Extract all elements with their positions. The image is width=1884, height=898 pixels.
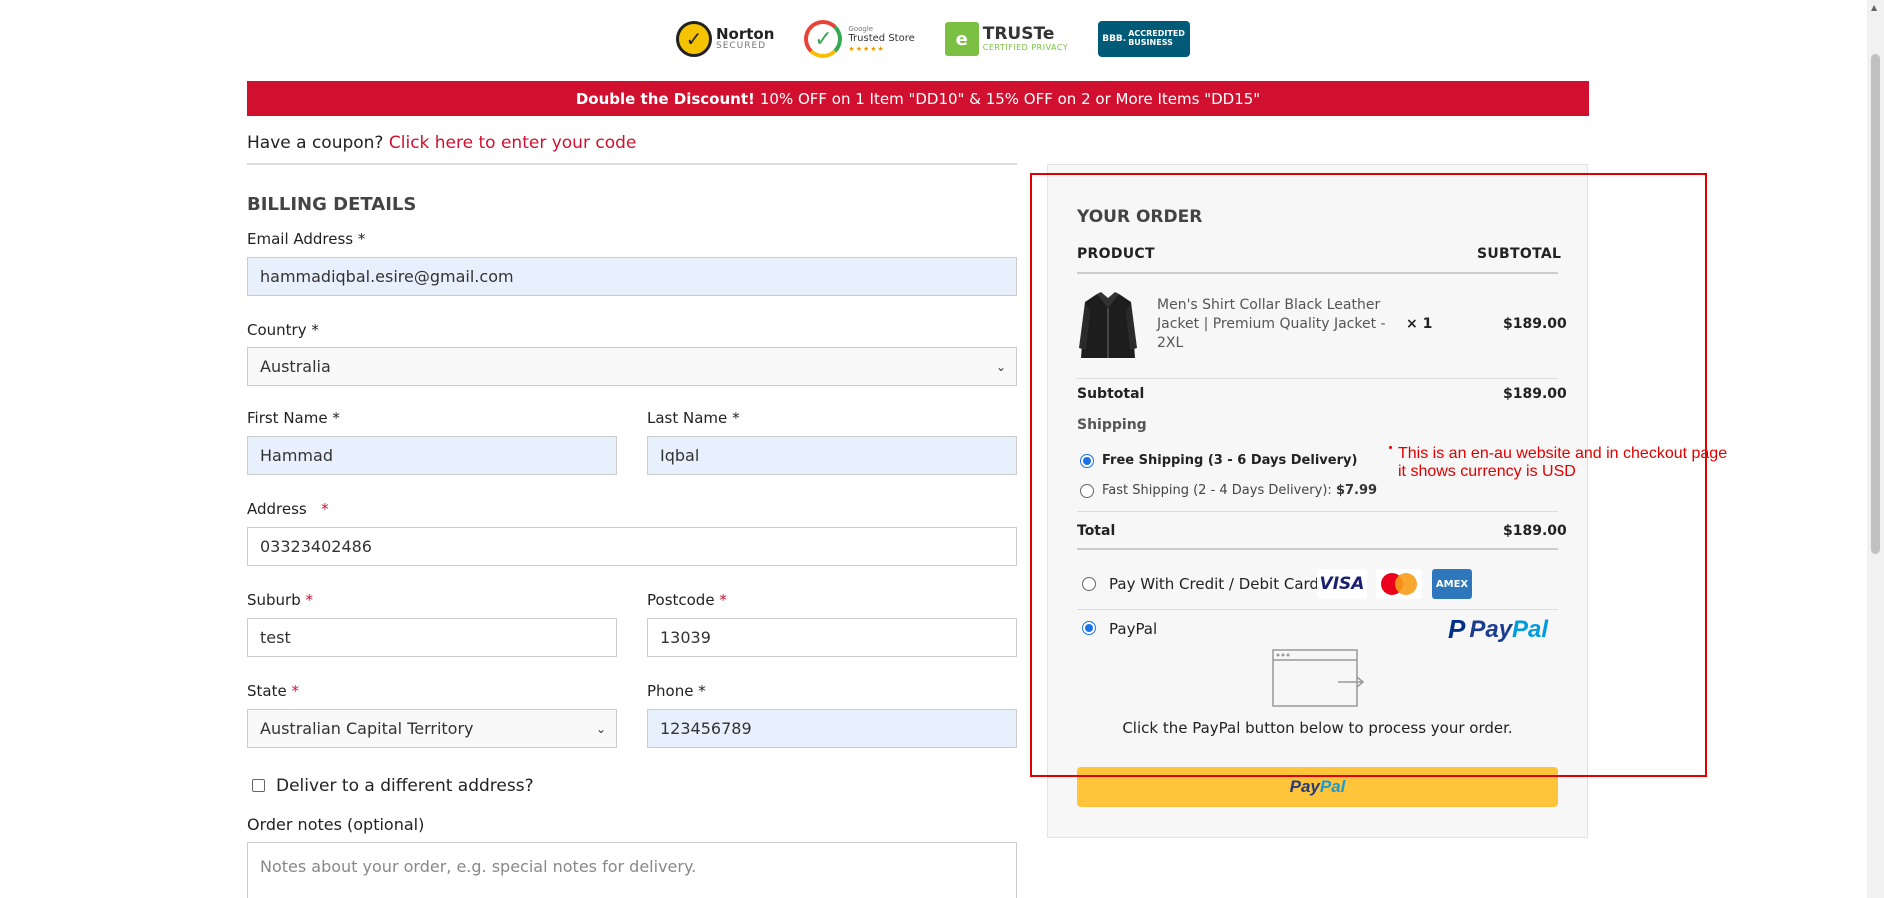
divider — [1077, 511, 1558, 512]
divider — [1077, 609, 1558, 610]
phone-field[interactable]: 123456789 — [647, 709, 1017, 748]
fast-shipping-radio[interactable] — [1080, 484, 1094, 498]
truste-subtitle: CERTIFIED PRIVACY — [982, 42, 1069, 52]
checkmark-icon: ✓ — [676, 21, 712, 57]
promo-banner: Double the Discount! 10% OFF on 1 Item "… — [247, 81, 1589, 116]
google-stars: ★★★★★ — [848, 45, 885, 53]
norton-subtitle: SECURED — [716, 41, 767, 51]
order-notes-field[interactable]: Notes about your order, e.g. special not… — [247, 842, 1017, 898]
order-title: YOUR ORDER — [1077, 207, 1203, 227]
visa-logo: VISA — [1317, 569, 1367, 599]
first-name-field[interactable]: Hammad — [247, 436, 617, 475]
divider — [1077, 378, 1558, 379]
browser-redirect-icon — [1272, 649, 1365, 707]
deliver-different-checkbox[interactable] — [252, 779, 265, 792]
suburb-field[interactable]: test — [247, 618, 617, 657]
last-name-label: Last Name * — [647, 409, 740, 427]
trust-badges: ✓ Norton SECURED ✓ Google Trusted Store … — [676, 18, 1191, 60]
checkmark-icon: ✓ — [804, 20, 843, 58]
promo-text: 10% OFF on 1 Item "DD10" & 15% OFF on 2 … — [759, 89, 1261, 108]
google-small: Google — [848, 24, 874, 33]
paypal-icon: P — [1448, 614, 1466, 644]
postcode-label: Postcode * — [647, 591, 727, 609]
scroll-thumb[interactable] — [1871, 54, 1880, 554]
total-label: Total — [1077, 523, 1116, 539]
mastercard-logo — [1376, 569, 1422, 599]
suburb-label: Suburb * — [247, 591, 314, 609]
fast-shipping-price: $7.99 — [1335, 483, 1378, 498]
norton-title: Norton — [716, 25, 775, 43]
free-shipping-label[interactable]: Free Shipping (3 - 6 Days Delivery) — [1102, 453, 1357, 468]
promo-bold: Double the Discount! — [575, 89, 755, 108]
state-label: State * — [247, 682, 299, 700]
free-shipping-radio[interactable] — [1080, 454, 1094, 468]
postcode-field[interactable]: 13039 — [647, 618, 1017, 657]
first-name-label: First Name * — [247, 409, 340, 427]
bbb-badge: BBB. ACCREDITED BUSINESS — [1098, 21, 1191, 57]
card-payment-label[interactable]: Pay With Credit / Debit Card — [1109, 575, 1319, 593]
google-trusted-store-badge: ✓ Google Trusted Store ★★★★★ — [804, 18, 915, 60]
product-thumbnail — [1079, 292, 1137, 358]
fast-shipping-label[interactable]: Fast Shipping (2 - 4 Days Delivery): $7.… — [1102, 483, 1377, 498]
email-label: Email Address * — [247, 230, 366, 248]
subtotal-value: $189.00 — [1503, 386, 1567, 402]
subtotal-label: Subtotal — [1077, 386, 1145, 402]
address-label: Address * — [247, 500, 329, 518]
annotation-text: This is an en-au website and in checkout… — [1398, 445, 1728, 480]
total-value: $189.00 — [1503, 523, 1567, 539]
country-label: Country * — [247, 321, 319, 339]
truste-title: TRUSTe — [982, 24, 1055, 45]
chevron-down-icon: ⌄ — [595, 722, 606, 736]
chevron-down-icon: ⌄ — [995, 360, 1006, 374]
shipping-label: Shipping — [1077, 417, 1147, 433]
email-field[interactable]: hammadiqbal.esire@gmail.com — [247, 257, 1017, 296]
address-field[interactable]: 03323402486 — [247, 527, 1017, 566]
paypal-logo: P PayPal — [1448, 614, 1549, 644]
coupon-row: Have a coupon? Click here to enter your … — [247, 133, 636, 153]
col-subtotal: SUBTOTAL — [1477, 246, 1562, 262]
billing-title: BILLING DETAILS — [247, 194, 417, 215]
amex-logo: AMEX — [1432, 569, 1472, 599]
truste-badge: e TRUSTe CERTIFIED PRIVACY — [944, 18, 1069, 60]
product-name: Men's Shirt Collar Black Leather Jacket … — [1157, 297, 1433, 351]
card-payment-radio[interactable] — [1082, 577, 1096, 591]
product-qty: × 1 — [1406, 316, 1433, 332]
phone-label: Phone * — [647, 682, 706, 700]
bbb-logo: BBB. — [1102, 34, 1127, 44]
state-select[interactable]: Australian Capital Territory ⌄ — [247, 709, 617, 748]
deliver-different-label[interactable]: Deliver to a different address? — [276, 776, 534, 796]
annotation-dot — [1389, 446, 1392, 449]
divider — [247, 163, 1017, 165]
scrollbar[interactable]: ▲ — [1867, 0, 1884, 898]
product-price: $189.00 — [1503, 316, 1567, 332]
bbb-line1: ACCREDITED — [1128, 29, 1185, 39]
last-name-field[interactable]: Iqbal — [647, 436, 1017, 475]
divider — [1077, 548, 1558, 550]
coupon-question: Have a coupon? — [247, 133, 384, 153]
paypal-button[interactable]: Pay Pal — [1077, 767, 1558, 807]
col-product: PRODUCT — [1077, 246, 1155, 262]
paypal-label[interactable]: PayPal — [1109, 620, 1157, 638]
order-notes-label: Order notes (optional) — [247, 815, 425, 834]
scroll-up-icon[interactable]: ▲ — [1871, 3, 1877, 12]
divider — [1077, 272, 1558, 274]
coupon-link[interactable]: Click here to enter your code — [389, 133, 636, 153]
country-select[interactable]: Australia ⌄ — [247, 347, 1017, 386]
norton-badge: ✓ Norton SECURED — [676, 18, 774, 60]
bbb-line2: BUSINESS — [1128, 38, 1173, 47]
truste-icon: e — [944, 22, 979, 56]
paypal-note: Click the PayPal button below to process… — [1122, 719, 1513, 737]
google-title: Trusted Store — [848, 33, 915, 44]
paypal-radio[interactable] — [1082, 621, 1096, 635]
